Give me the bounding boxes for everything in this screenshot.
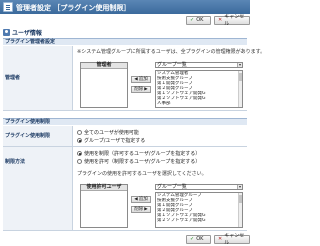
admin-listbox[interactable]: 管理者 (80, 62, 128, 108)
radio-group-user[interactable]: グループ/ユーザで指定する (77, 137, 145, 144)
chevron-down-icon (237, 63, 242, 67)
plugin-restrict-header: プラグイン使用制限 (3, 118, 247, 125)
ok-button-bottom[interactable]: ✓ OK (186, 235, 211, 244)
restrict-delete-button[interactable]: 削除 ▶ (131, 206, 151, 213)
restrict-note: プラグインの使用を許可するユーザを選択してください。 (77, 171, 207, 177)
admin-row-label: 管理者 (3, 46, 73, 110)
cancel-label: キャンセル (224, 232, 245, 246)
row-divider (3, 110, 247, 111)
restrict-add-label: 追加 (138, 197, 148, 202)
admin-group-select-value: グループ一覧 (157, 62, 187, 68)
section-title: ユーザ情報 (3, 28, 42, 37)
admin-group-select[interactable]: グループ一覧 (155, 62, 243, 68)
check-icon: ✓ (190, 17, 195, 23)
radio-all-users[interactable]: 全てのユーザが使用可能 (77, 129, 139, 136)
radio-group-label: グループ/ユーザで指定する (84, 138, 146, 144)
ok-label: OK (196, 236, 204, 242)
window-title: 管理者設定 ［プラグイン使用制限］ (16, 4, 131, 12)
chevron-down-icon (237, 185, 242, 189)
scrollbar[interactable] (238, 193, 242, 227)
check-icon: ✓ (190, 236, 195, 242)
restrict-add-button[interactable]: ◀ 追加 (131, 196, 151, 203)
section-title-text: ユーザ情報 (12, 30, 42, 37)
cancel-button-bottom[interactable]: ✕ キャンセル (214, 232, 250, 246)
radio-restrict-allow[interactable]: 使用を制限（許可するユーザ/グループを指定する） (77, 150, 200, 157)
ok-label: OK (196, 17, 204, 23)
bottom-action-buttons: ✓ OK ✕ キャンセル (186, 232, 250, 246)
radio-deny-label: 使用を許可（制限するユーザ/グループを指定する） (84, 159, 201, 165)
list-item[interactable]: 第２ソフトウェア開発G (156, 218, 242, 223)
admin-delete-button[interactable]: 削除 ▶ (131, 86, 151, 93)
plugin-admin-header: プラグイン管理者設定 (3, 38, 247, 45)
admin-delete-label: 削除 (134, 87, 144, 92)
radio-restrict-deny[interactable]: 使用を許可（制限するユーザ/グループを指定する） (77, 158, 200, 165)
admin-settings-icon (3, 2, 13, 12)
cancel-button-top[interactable]: ✕ キャンセル (214, 13, 250, 27)
allowed-users-header: 使用許可ユーザ (81, 185, 127, 191)
radio-button[interactable] (77, 159, 82, 164)
arrow-left-icon: ◀ (134, 77, 138, 82)
restrict-delete-label: 削除 (134, 207, 144, 212)
admin-list-header: 管理者 (81, 63, 127, 69)
allowed-users-listbox[interactable]: 使用許可ユーザ (80, 184, 128, 228)
cross-icon: ✕ (218, 236, 223, 242)
user-info-icon (3, 29, 10, 36)
admin-add-button[interactable]: ◀ 追加 (131, 76, 151, 83)
radio-allow-label: 使用を制限（許可するユーザ/グループを指定する） (84, 151, 201, 157)
radio-all-label: 全てのユーザが使用可能 (84, 130, 139, 136)
radio-button[interactable] (77, 151, 82, 156)
arrow-right-icon: ▶ (144, 87, 148, 92)
restrict-row-label: プラグイン使用制限 (3, 126, 73, 146)
window-titlebar: 管理者設定 ［プラグイン使用制限］ (0, 0, 250, 14)
admin-group-list[interactable]: システム管理者 技術支援グループ 第１開発グループ 第２開発グループ 第１ソフト… (155, 70, 243, 108)
restrict-group-select-value: グループ一覧 (157, 184, 187, 190)
admin-add-label: 追加 (138, 77, 148, 82)
restrict-group-list[interactable]: システム管理グループ 技術支援グループ 第１開発グループ 第２開発グループ 第１… (155, 192, 243, 228)
radio-button[interactable] (77, 138, 82, 143)
arrow-right-icon: ▶ (144, 207, 148, 212)
list-item[interactable]: 人事部 (156, 101, 242, 106)
radio-button[interactable] (77, 130, 82, 135)
cross-icon: ✕ (218, 17, 223, 23)
admin-note: ※システム管理グループに所属するユーザは、全プラグインの管理権限があります。 (77, 49, 266, 55)
scrollbar[interactable] (238, 71, 242, 107)
top-action-buttons: ✓ OK ✕ キャンセル (186, 13, 250, 27)
method-row-label: 制限方法 (3, 147, 73, 230)
cancel-label: キャンセル (224, 13, 245, 27)
arrow-left-icon: ◀ (134, 197, 138, 202)
row-divider (3, 230, 247, 231)
ok-button-top[interactable]: ✓ OK (186, 16, 211, 25)
restrict-group-select[interactable]: グループ一覧 (155, 184, 243, 190)
